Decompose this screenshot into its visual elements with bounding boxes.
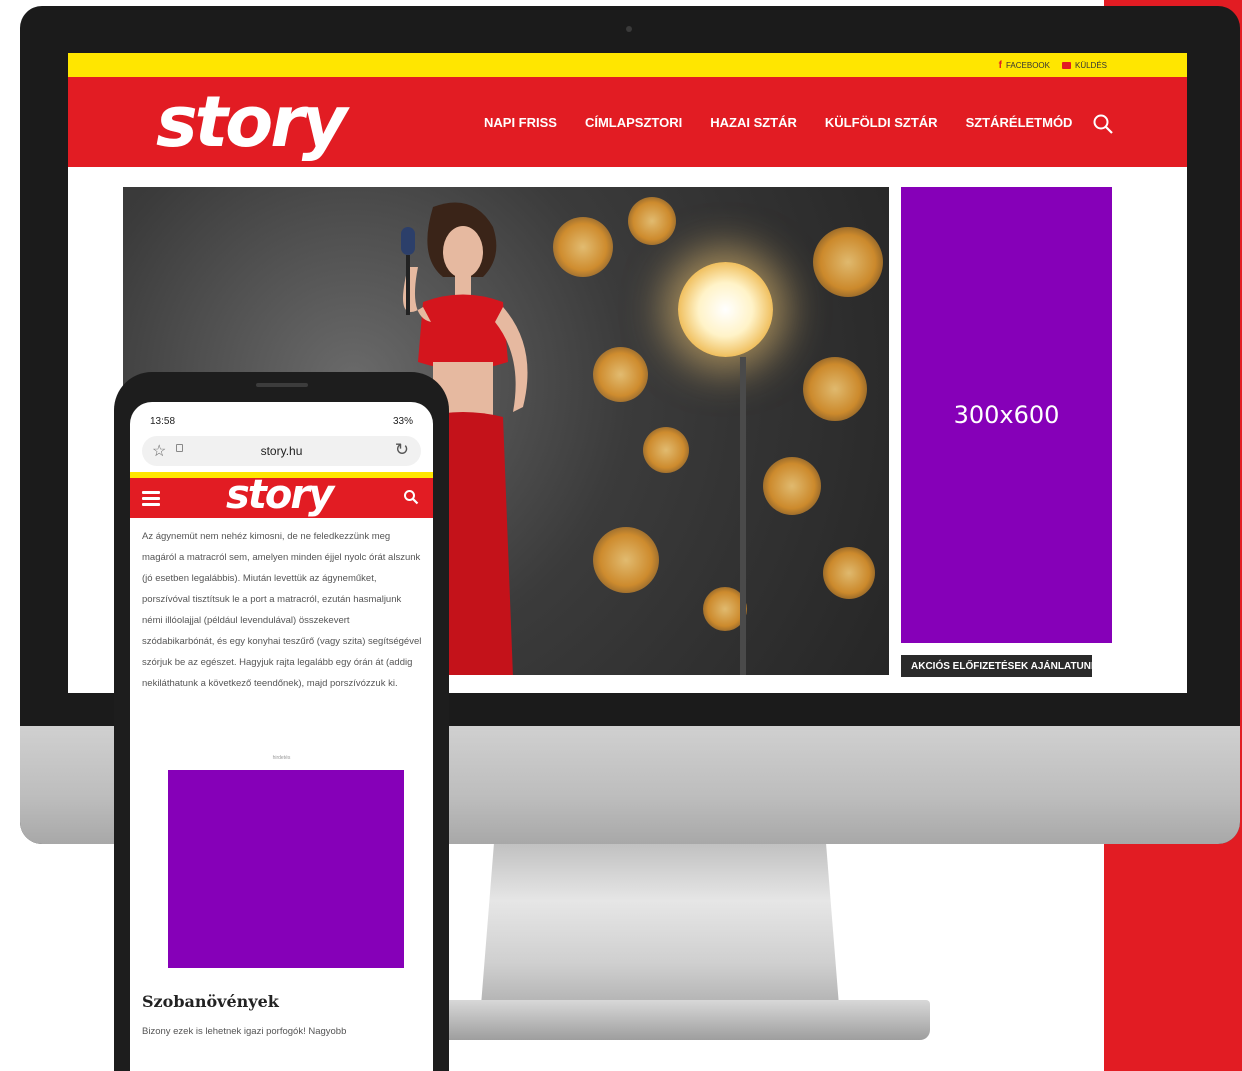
subscription-promo-tab[interactable]: AKCIÓS ELŐFIZETÉSEK AJÁNLATUNK (901, 655, 1092, 677)
nav-item-napi-friss[interactable]: NAPI FRISS (484, 115, 557, 130)
bokeh-light (813, 227, 883, 297)
mobile-header: story (130, 472, 433, 518)
status-time: 13:58 (150, 416, 176, 427)
nav-item-kulfoldi-sztar[interactable]: KÜLFÖLDI SZTÁR (825, 115, 938, 130)
hamburger-menu-icon[interactable] (142, 491, 160, 506)
section-teaser: Bizony ezek is lehetnek igazi porfogók! … (142, 1026, 347, 1037)
utility-bar: f FACEBOOK KÜLDÉS (68, 53, 1187, 77)
nav-item-sztareletmod[interactable]: SZTÁRÉLETMÓD (966, 115, 1073, 130)
send-label: KÜLDÉS (1074, 60, 1107, 70)
ad-banner-300x600[interactable]: 300x600 (901, 187, 1112, 643)
mobile-ad-banner[interactable] (168, 770, 404, 968)
site-logo[interactable]: story (156, 81, 347, 163)
bokeh-light (628, 197, 676, 245)
article-body: Az ágynemüt nem nehéz kimosni, de ne fel… (142, 531, 422, 689)
facebook-label: FACEBOOK (1005, 60, 1050, 70)
search-icon[interactable] (1092, 113, 1114, 135)
battery-level: 33% (392, 416, 413, 427)
smartphone: 13:58 33% ☆ story.hu ↻ story Az ágynemüt… (114, 372, 449, 1071)
site-header: story NAPI FRISS CÍMLAPSZTORI HAZAI SZTÁ… (68, 77, 1187, 167)
studio-lamp (678, 262, 773, 357)
send-link[interactable]: KÜLDÉS (1061, 60, 1107, 70)
address-bar[interactable]: ☆ story.hu ↻ (142, 436, 421, 466)
bokeh-light (763, 457, 821, 515)
bokeh-light (823, 547, 875, 599)
ad-size-label: 300x600 (953, 401, 1060, 429)
facebook-link[interactable]: f FACEBOOK (999, 60, 1050, 71)
lamp-stand (740, 357, 746, 675)
url-text[interactable]: story.hu (142, 444, 421, 458)
camera-icon (626, 26, 632, 32)
imac-stand (480, 838, 840, 1018)
bokeh-light (593, 347, 648, 402)
phone-speaker (256, 383, 308, 387)
mobile-screen: 13:58 33% ☆ story.hu ↻ story Az ágynemüt… (130, 402, 433, 1071)
main-nav: NAPI FRISS CÍMLAPSZTORI HAZAI SZTÁR KÜLF… (484, 115, 1072, 130)
bokeh-light (593, 527, 659, 593)
imac-stand-base (410, 1000, 930, 1040)
ad-note: hirdetés (272, 755, 291, 761)
facebook-icon: f (998, 59, 1002, 71)
nav-item-hazai-sztar[interactable]: HAZAI SZTÁR (710, 115, 797, 130)
bokeh-light (643, 427, 689, 473)
search-icon[interactable] (403, 489, 419, 505)
mail-icon (1061, 61, 1071, 69)
mobile-logo[interactable]: story (226, 472, 334, 518)
status-bar: 13:58 33% (150, 416, 413, 427)
reload-icon[interactable]: ↻ (395, 440, 409, 460)
bokeh-light (803, 357, 867, 421)
section-heading: Szobanövények (142, 992, 279, 1011)
nav-item-cimlapsztori[interactable]: CÍMLAPSZTORI (585, 115, 682, 130)
